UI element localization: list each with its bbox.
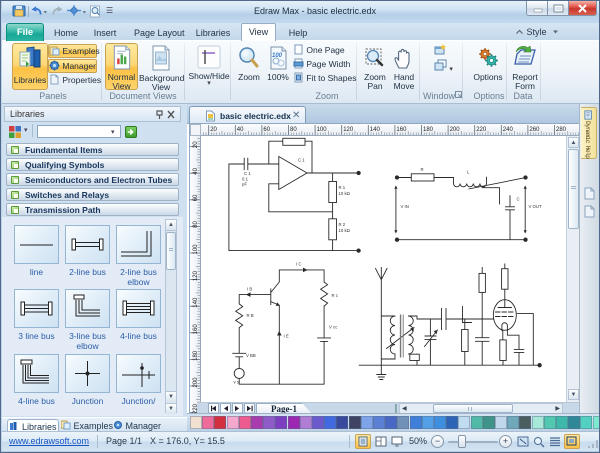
- svg-text:120: 120: [193, 270, 199, 281]
- svg-text:100: 100: [317, 127, 328, 133]
- svg-text:180: 180: [423, 127, 434, 133]
- svg-text:200: 200: [193, 377, 199, 388]
- svg-text:160: 160: [193, 324, 199, 335]
- svg-text:180: 180: [193, 350, 199, 361]
- svg-text:40: 40: [193, 167, 199, 174]
- svg-text:240: 240: [503, 127, 514, 133]
- svg-text:20: 20: [210, 127, 217, 133]
- svg-text:Dynamic Help: Dynamic Help: [584, 121, 591, 159]
- svg-text:20: 20: [193, 141, 199, 148]
- svg-text:140: 140: [370, 127, 381, 133]
- svg-text:100: 100: [193, 244, 199, 255]
- svg-text:60: 60: [193, 194, 199, 201]
- svg-text:260: 260: [529, 127, 540, 133]
- svg-text:200: 200: [450, 127, 461, 133]
- svg-text:160: 160: [396, 127, 407, 133]
- svg-text:220: 220: [476, 127, 487, 133]
- svg-text:80: 80: [193, 221, 199, 228]
- svg-text:140: 140: [193, 297, 199, 308]
- svg-text:80: 80: [290, 127, 297, 133]
- svg-text:120: 120: [343, 127, 354, 133]
- svg-text:280: 280: [556, 127, 567, 133]
- svg-text:40: 40: [237, 127, 244, 133]
- svg-text:60: 60: [263, 127, 270, 133]
